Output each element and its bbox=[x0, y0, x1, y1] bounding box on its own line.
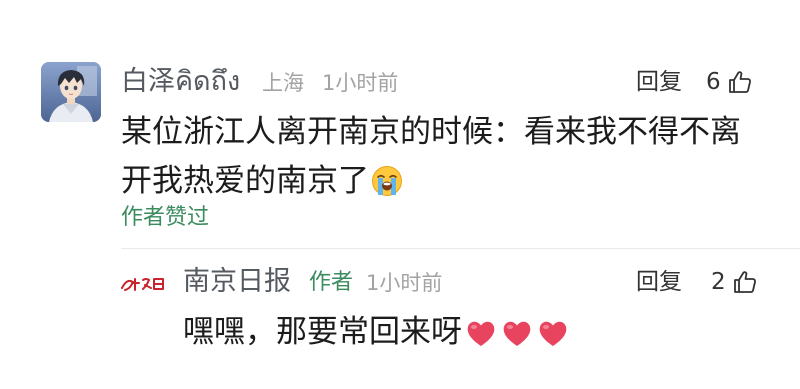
reply-author-name[interactable]: 南京日报 bbox=[183, 264, 291, 300]
reply-button[interactable]: 回复 bbox=[636, 66, 682, 98]
author-liked-badge: 作者赞过 bbox=[121, 205, 210, 230]
newspaper-logo[interactable] bbox=[119, 274, 169, 294]
reply-button[interactable]: 回复 bbox=[636, 266, 682, 298]
like-button[interactable]: 6 bbox=[706, 64, 753, 100]
reply-item: 南京日报 作者 1小时前 回复 2 嘿嘿，那要常回来呀 bbox=[0, 250, 800, 389]
reply-timestamp: 1小时前 bbox=[366, 271, 443, 295]
comment-timestamp: 1小时前 bbox=[322, 71, 399, 95]
heart-icon bbox=[467, 321, 495, 346]
avatar[interactable] bbox=[41, 62, 101, 122]
comment-text-content: 某位浙江人离开南京的时候：看来我不得不离开我热爱的南京了 bbox=[121, 114, 741, 199]
hearts bbox=[464, 317, 572, 349]
thumbs-up-icon bbox=[728, 71, 751, 93]
heart-icon bbox=[539, 321, 567, 346]
reply-text: 嘿嘿，那要常回来呀 bbox=[183, 310, 572, 354]
like-count: 6 bbox=[706, 69, 721, 95]
heart-icon bbox=[503, 321, 531, 346]
avatar-image bbox=[41, 62, 101, 122]
newspaper-logo-mark bbox=[121, 278, 164, 291]
like-count: 2 bbox=[711, 269, 726, 295]
author-badge: 作者 bbox=[309, 270, 354, 295]
like-button[interactable]: 2 bbox=[711, 264, 758, 300]
loudly-crying-face-icon bbox=[371, 163, 403, 212]
comment-location: 上海 bbox=[262, 71, 304, 95]
comment-author-name[interactable]: 白泽คิดถึง bbox=[121, 64, 240, 100]
divider bbox=[121, 248, 800, 249]
comment-text: 某位浙江人离开南京的时候：看来我不得不离开我热爱的南京了 bbox=[121, 108, 771, 212]
comment-item: 白泽คิดถึง 上海 1小时前 回复 6 某位浙江人离开南京的时候：看来我不得… bbox=[0, 0, 800, 250]
thumbs-up-icon bbox=[733, 271, 756, 293]
reply-text-content: 嘿嘿，那要常回来呀 bbox=[183, 314, 462, 350]
